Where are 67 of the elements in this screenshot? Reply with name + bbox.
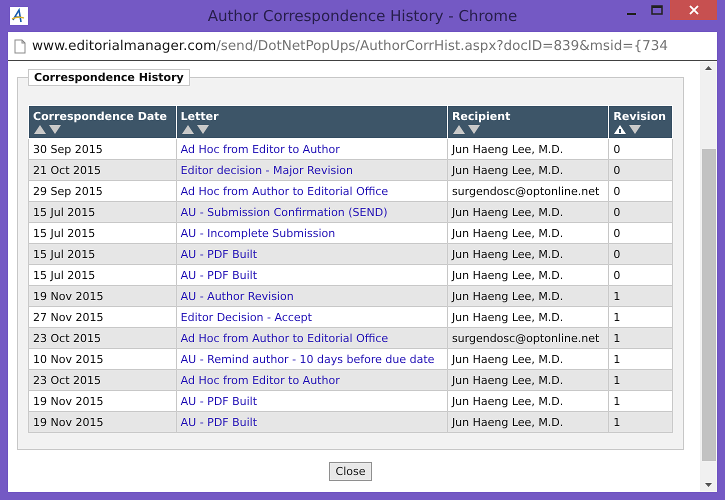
date-cell: 15 Jul 2015 xyxy=(28,202,176,222)
close-dialog-button[interactable]: Close xyxy=(328,462,372,481)
date-cell: 21 Oct 2015 xyxy=(28,160,176,180)
recipient-cell: Jun Haeng Lee, M.D. xyxy=(447,286,609,306)
revision-cell: 0 xyxy=(608,180,672,202)
date-cell: 15 Jul 2015 xyxy=(28,222,176,244)
recipient-cell: Jun Haeng Lee, M.D. xyxy=(447,160,609,180)
recipient-cell: surgendosc@optonline.net xyxy=(447,180,609,202)
revision-cell: 1 xyxy=(608,348,672,370)
date-cell: 23 Oct 2015 xyxy=(28,328,176,348)
revision-cell: 1 xyxy=(608,286,672,306)
revision-cell: 1 xyxy=(608,306,672,328)
column-header: Revision xyxy=(608,106,672,138)
revision-cell: 1 xyxy=(608,370,672,390)
recipient-cell: Jun Haeng Lee, M.D. xyxy=(447,244,609,264)
sort-arrows-icon[interactable] xyxy=(33,124,63,135)
letter-link[interactable]: AU - PDF Built xyxy=(180,416,258,428)
recipient-cell: Jun Haeng Lee, M.D. xyxy=(447,202,609,222)
recipient-cell: Jun Haeng Lee, M.D. xyxy=(447,348,609,370)
revision-cell: 1 xyxy=(608,412,672,432)
column-header: Recipient xyxy=(447,106,609,138)
revision-cell: 1 xyxy=(608,328,672,348)
recipient-cell: Jun Haeng Lee, M.D. xyxy=(447,306,609,328)
window-title: Author Correspondence History - Chrome xyxy=(208,7,518,25)
recipient-cell: Jun Haeng Lee, M.D. xyxy=(447,222,609,244)
panel-legend: Correspondence History xyxy=(28,69,190,86)
column-header: Correspondence Date xyxy=(28,106,176,138)
recipient-cell: surgendosc@optonline.net xyxy=(447,328,609,348)
sort-arrows-icon[interactable] xyxy=(452,124,482,135)
date-cell: 30 Sep 2015 xyxy=(28,138,176,160)
sort-arrows-icon[interactable] xyxy=(180,124,211,135)
revision-cell: 1 xyxy=(608,390,672,412)
letter-link[interactable]: AU - PDF Built xyxy=(180,248,258,260)
revision-cell: 0 xyxy=(608,244,672,264)
recipient-cell: Jun Haeng Lee, M.D. xyxy=(447,264,609,286)
date-cell: 10 Nov 2015 xyxy=(28,348,176,370)
minimize-icon xyxy=(626,13,636,15)
letter-link[interactable]: AU - PDF Built xyxy=(180,394,258,408)
sorted-arrows-icon[interactable] xyxy=(613,124,644,135)
date-cell: 27 Nov 2015 xyxy=(28,306,176,328)
revision-cell: 0 xyxy=(608,264,672,286)
recipient-cell: Jun Haeng Lee, M.D. xyxy=(447,412,609,432)
date-cell: 15 Jul 2015 xyxy=(28,264,176,286)
column-header: Letter xyxy=(176,106,448,138)
revision-cell: 0 xyxy=(608,202,672,222)
maximize-icon xyxy=(651,5,663,15)
app-logo-icon xyxy=(10,7,28,25)
close-button[interactable] xyxy=(670,0,717,20)
date-cell: 15 Jul 2015 xyxy=(28,244,176,264)
recipient-cell: Jun Haeng Lee, M.D. xyxy=(447,370,609,390)
address-bar[interactable]: www.editorialmanager.com/send/DotNetPopUps/AuthorCorrHist.aspx?docID=839&msid={734 xyxy=(8,32,717,61)
url-text: www.editorialmanager.com/send/DotNetPopUps/AuthorCorrHist.aspx?docID=839&msid={734 xyxy=(32,38,668,54)
letter-link[interactable]: AU - PDF Built xyxy=(180,268,258,282)
revision-cell: 0 xyxy=(608,160,672,180)
date-cell: 19 Nov 2015 xyxy=(28,390,176,412)
date-cell: 23 Oct 2015 xyxy=(28,370,176,390)
page-icon xyxy=(14,38,26,54)
date-cell: 29 Sep 2015 xyxy=(28,180,176,202)
recipient-cell: Jun Haeng Lee, M.D. xyxy=(447,390,609,412)
recipient-cell: Jun Haeng Lee, M.D. xyxy=(447,138,609,160)
scrollbar-thumb[interactable] xyxy=(702,149,716,461)
date-cell: 19 Nov 2015 xyxy=(28,286,176,306)
revision-cell: 0 xyxy=(608,138,672,160)
date-cell: 19 Nov 2015 xyxy=(28,412,176,432)
scrollbar[interactable] xyxy=(700,61,717,492)
revision-cell: 0 xyxy=(608,222,672,244)
close-icon xyxy=(688,5,698,15)
